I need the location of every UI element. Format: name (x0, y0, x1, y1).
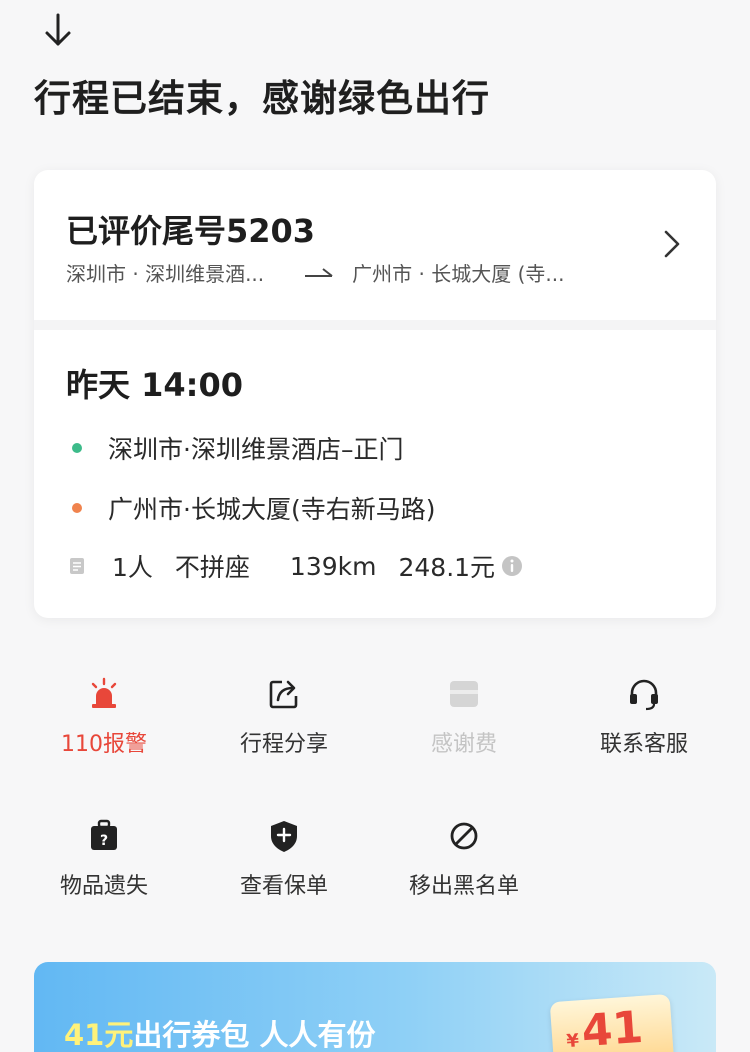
thanks-fee-label: 感谢费 (430, 732, 497, 757)
wallet-icon (446, 676, 482, 712)
collapse-button[interactable] (36, 8, 80, 52)
view-policy-label: 查看保单 (239, 874, 328, 899)
headset-icon (626, 676, 662, 712)
alarm-light-icon (86, 676, 122, 712)
route-from: 深圳市 · 深圳维景酒... (66, 262, 265, 286)
trip-details: 昨天 14:00 深圳市·深圳维景酒店–正门 广州市·长城大厦(寺右新马路) 1… (34, 330, 716, 618)
share-trip-button[interactable]: 行程分享 (204, 676, 364, 758)
coupon-number: 41 (580, 1001, 645, 1052)
contact-service-label: 联系客服 (599, 732, 688, 757)
end-location-text: 广州市·长城大厦(寺右新马路) (108, 495, 436, 524)
share-icon (266, 676, 302, 712)
lost-item-label: 物品遗失 (59, 874, 148, 899)
page-title: 行程已结束，感谢绿色出行 (34, 77, 490, 120)
alarm-110-button[interactable]: 110报警 (24, 676, 184, 758)
trip-card: 已评价尾号5203 深圳市 · 深圳维景酒... 广州市 · 长城大厦 (寺..… (34, 170, 716, 618)
contact-service-button[interactable]: 联系客服 (564, 676, 724, 758)
end-location: 广州市·长城大厦(寺右新马路) (66, 490, 435, 526)
info-icon[interactable] (501, 555, 523, 577)
lost-item-button[interactable]: ? 物品遗失 (24, 818, 184, 900)
coupon-currency: ¥ (565, 1030, 580, 1052)
alarm-110-label: 110报警 (61, 732, 147, 757)
start-location-text: 深圳市·深圳维景酒店–正门 (108, 435, 404, 464)
order-route: 深圳市 · 深圳维景酒... 广州市 · 长城大厦 (寺... (66, 258, 564, 287)
order-title: 已评价尾号5203 (66, 212, 316, 250)
trip-time: 昨天 14:00 (66, 366, 244, 404)
start-dot-icon (72, 443, 82, 453)
lost-bag-icon: ? (86, 818, 122, 854)
trip-meta: 1人 不拼座 139km 248.1元 (66, 548, 523, 584)
promo-description: 出行券包 人人有份 (133, 1018, 376, 1052)
passenger-count: 1人 (112, 553, 153, 582)
trip-distance: 139km (289, 551, 377, 581)
arrow-down-icon (45, 13, 71, 46)
seat-type: 不拼座 (174, 553, 250, 582)
start-location: 深圳市·深圳维景酒店–正门 (66, 430, 403, 466)
promo-amount: 41元 (64, 1018, 134, 1052)
divider (34, 320, 716, 330)
thanks-fee-button[interactable]: 感谢费 (384, 676, 544, 758)
coupon-badge: ¥ 41 (549, 993, 675, 1052)
header: 行程已结束，感谢绿色出行 (0, 0, 750, 175)
promo-text: 41元出行券包 人人有份 (64, 1012, 375, 1052)
coupon-promo-banner[interactable]: 41元出行券包 人人有份 ¥ 41 (34, 962, 716, 1052)
remove-blacklist-label: 移出黑名单 (408, 874, 519, 899)
chevron-right-icon[interactable] (660, 228, 684, 260)
trip-price: 248.1元 (398, 553, 496, 582)
note-icon (70, 558, 84, 574)
share-trip-label: 行程分享 (239, 732, 328, 757)
ban-icon (446, 818, 482, 854)
route-to: 广州市 · 长城大厦 (寺... (352, 262, 565, 286)
remove-blacklist-button[interactable]: 移出黑名单 (384, 818, 544, 900)
svg-text:?: ? (100, 833, 108, 849)
route-arrow-icon (304, 267, 334, 279)
order-summary[interactable]: 已评价尾号5203 深圳市 · 深圳维景酒... 广州市 · 长城大厦 (寺..… (34, 170, 716, 320)
end-dot-icon (72, 503, 82, 513)
view-policy-button[interactable]: 查看保单 (204, 818, 364, 900)
shield-plus-icon (266, 818, 302, 854)
